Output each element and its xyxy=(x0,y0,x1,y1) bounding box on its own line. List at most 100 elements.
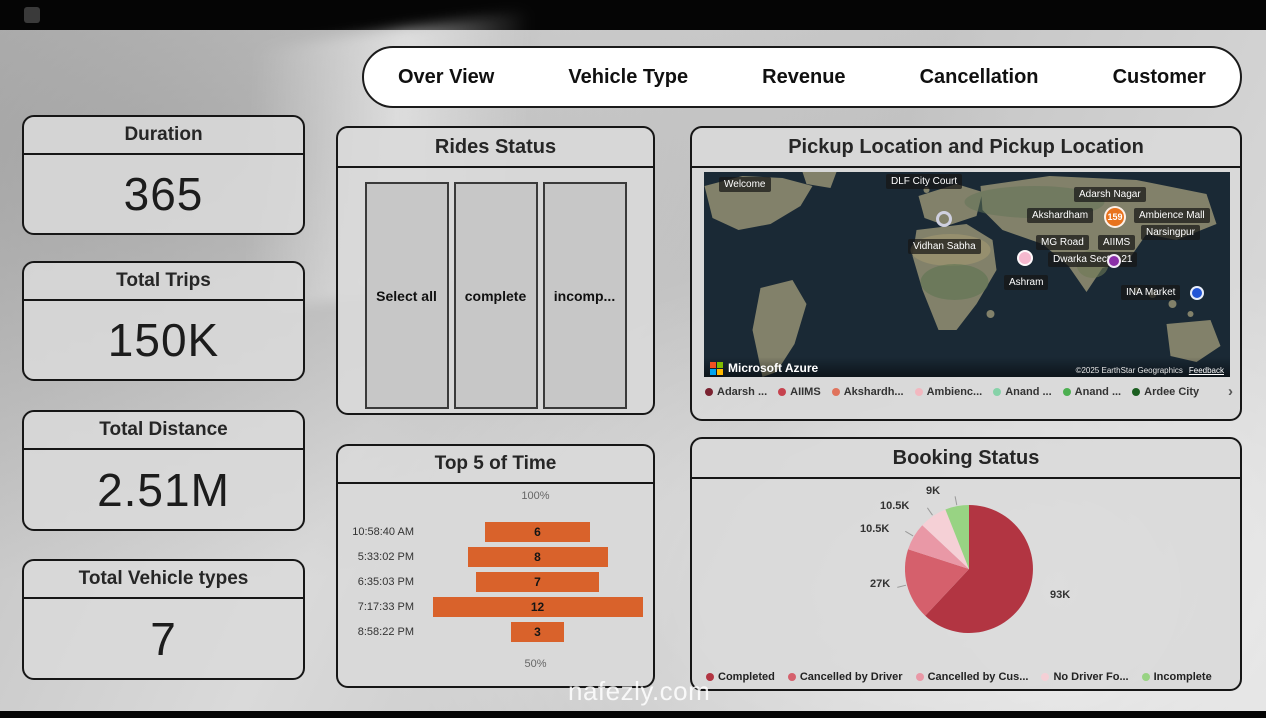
tab-vehicle-type[interactable]: Vehicle Type xyxy=(568,66,688,89)
pie-value-label: 93K xyxy=(1050,589,1070,601)
kpi-card-total-vehicle-types: Total Vehicle types 7 xyxy=(22,559,305,680)
funnel-row: 10:58:40 AM 6 xyxy=(338,519,653,544)
kpi-title: Duration xyxy=(24,117,303,155)
kpi-value: 365 xyxy=(123,168,204,220)
legend-label: Akshardh... xyxy=(843,386,904,398)
funnel-chart: 100% 10:58:40 AM 6 5:33:02 PM 8 6:35:03 PM 7 7… xyxy=(338,482,653,686)
map-legend-item[interactable]: Ambienc... xyxy=(914,386,982,398)
slicer-complete-button[interactable]: complete xyxy=(453,182,538,409)
tab-cancellation[interactable]: Cancellation xyxy=(920,66,1039,89)
booking-status-panel: Booking Status 93K 27K 10.5K 10.5K 9K Comple… xyxy=(690,437,1242,691)
window-icon xyxy=(24,7,40,23)
booking-legend-item[interactable]: Cancelled by Cus... xyxy=(915,671,1029,683)
top-bar xyxy=(0,0,1266,30)
map-legend-item[interactable]: Akshardh... xyxy=(831,386,904,398)
funnel-bar[interactable]: 7 xyxy=(476,571,599,592)
funnel-bar[interactable]: 3 xyxy=(511,621,564,642)
legend-dot-icon xyxy=(1141,673,1150,681)
map-legend-item[interactable]: Ardee City xyxy=(1132,386,1199,398)
map-attribution: ©2025 EarthStar Geographics Feedback xyxy=(1076,366,1224,375)
map-label: Dwarka Sector 21 xyxy=(1048,252,1138,267)
map-canvas[interactable]: Welcome DLF City Court Adarsh Nagar Akshard… xyxy=(704,172,1230,377)
map-point[interactable] xyxy=(1190,286,1204,300)
map-label: Ambience Mall xyxy=(1134,208,1210,223)
legend-dot-icon xyxy=(1132,388,1141,396)
funnel-bar[interactable]: 6 xyxy=(485,521,590,542)
pie-leader-line xyxy=(905,530,914,537)
map-copyright: ©2025 EarthStar Geographics xyxy=(1075,366,1183,375)
map-legend-item[interactable]: Anand ... xyxy=(1062,386,1121,398)
funnel-bar-area: 3 xyxy=(422,621,653,642)
kpi-title: Total Trips xyxy=(24,263,303,301)
legend-dot-icon xyxy=(787,673,796,681)
kpi-card-duration: Duration 365 xyxy=(22,115,305,235)
tab-customer[interactable]: Customer xyxy=(1113,66,1206,89)
tab-overview[interactable]: Over View xyxy=(398,66,494,89)
map-label: Vidhan Sabha xyxy=(908,239,981,254)
feedback-link[interactable]: Feedback xyxy=(1189,366,1224,375)
pie-value-label: 27K xyxy=(870,578,890,590)
kpi-title: Total Distance xyxy=(24,412,303,450)
funnel-top-percent: 100% xyxy=(521,490,550,502)
top5-time-panel: Top 5 of Time 100% 10:58:40 AM 6 5:33:02 P… xyxy=(336,444,655,688)
legend-label: Anand ... xyxy=(1005,386,1052,398)
legend-dot-icon xyxy=(705,388,713,396)
funnel-category-label: 6:35:03 PM xyxy=(357,575,414,588)
kpi-card-total-trips: Total Trips 150K xyxy=(22,261,305,381)
legend-label: Adarsh ... xyxy=(717,386,768,398)
booking-legend-item[interactable]: No Driver Fo... xyxy=(1041,671,1129,683)
pie-leader-line xyxy=(897,584,907,588)
pickup-panel-title: Pickup Location and Pickup Location xyxy=(692,128,1240,168)
slicer-incomplete-button[interactable]: incomp... xyxy=(542,182,627,409)
funnel-bottom-percent: 50% xyxy=(524,658,547,670)
funnel-category-label: 10:58:40 AM xyxy=(352,525,414,538)
funnel-row: 6:35:03 PM 7 xyxy=(338,569,653,594)
map-footer: Microsoft Azure ©2025 EarthStar Geograph… xyxy=(704,357,1230,377)
rides-status-title: Rides Status xyxy=(338,128,653,168)
map-label: MG Road xyxy=(1036,235,1089,250)
funnel-category-label: 8:58:22 PM xyxy=(357,625,414,638)
funnel-category-label: 7:17:33 PM xyxy=(357,600,414,613)
funnel-rows: 10:58:40 AM 6 5:33:02 PM 8 6:35:03 PM 7 7:17:3… xyxy=(338,519,653,644)
map-point[interactable] xyxy=(936,211,952,227)
booking-legend-item[interactable]: Incomplete xyxy=(1141,671,1212,683)
funnel-row: 7:17:33 PM 12 xyxy=(338,594,653,619)
legend-label: Cancelled by Cus... xyxy=(927,671,1029,683)
map-point[interactable] xyxy=(1017,250,1033,266)
map-label: Akshardham xyxy=(1027,208,1094,223)
slicer-select-all-button[interactable]: Select all xyxy=(364,182,449,409)
nav-tab-bar: Over View Vehicle Type Revenue Cancellat… xyxy=(362,46,1242,108)
map-legend-item[interactable]: Anand ... xyxy=(993,386,1052,398)
chevron-right-icon[interactable]: › xyxy=(1228,384,1233,400)
funnel-category-label: 5:33:02 PM xyxy=(357,550,414,563)
pie-chart: 93K 27K 10.5K 10.5K 9K xyxy=(860,485,1070,633)
pie-leader-line xyxy=(954,496,958,506)
map-label: INA Market xyxy=(1121,285,1181,300)
map-legend-item[interactable]: Adarsh ... xyxy=(705,386,767,398)
booking-legend-item[interactable]: Cancelled by Driver xyxy=(787,671,903,683)
kpi-card-total-distance: Total Distance 2.51M xyxy=(22,410,305,531)
map-cluster-bubble[interactable]: 159 xyxy=(1104,206,1126,228)
funnel-bar[interactable]: 8 xyxy=(467,546,608,567)
pie-leader-line xyxy=(926,507,933,516)
kpi-value: 7 xyxy=(150,612,177,665)
pie-value-label: 9K xyxy=(926,485,940,497)
legend-label: Completed xyxy=(718,671,775,683)
tab-revenue[interactable]: Revenue xyxy=(762,66,845,89)
kpi-title: Total Vehicle types xyxy=(24,561,303,599)
legend-dot-icon xyxy=(778,388,787,396)
funnel-bar-area: 12 xyxy=(422,596,653,617)
map-label: DLF City Court xyxy=(886,174,963,189)
legend-dot-icon xyxy=(915,673,924,681)
booking-legend: Completed Cancelled by Driver Cancelled by… xyxy=(706,671,1232,683)
map-legend-item[interactable]: AIIMS xyxy=(778,386,821,398)
booking-legend-item[interactable]: Completed xyxy=(706,671,775,683)
map-brand-label: Microsoft Azure xyxy=(728,361,819,375)
rides-status-panel: Rides Status Select all complete incomp.… xyxy=(336,126,655,415)
legend-label: Ardee City xyxy=(1144,386,1200,398)
bottom-bar xyxy=(0,711,1266,718)
funnel-bar[interactable]: 12 xyxy=(432,596,643,617)
map-point[interactable] xyxy=(1107,254,1121,268)
dashboard: Over View Vehicle Type Revenue Cancellat… xyxy=(0,0,1266,718)
legend-label: Incomplete xyxy=(1153,671,1212,683)
